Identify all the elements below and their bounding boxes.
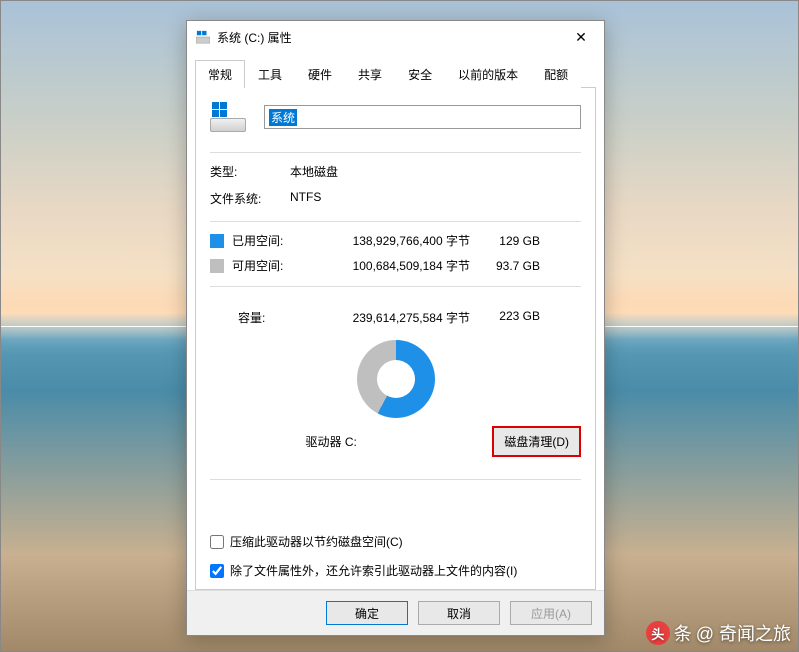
options: 压缩此驱动器以节约磁盘空间(C) 除了文件属性外，还允许索引此驱动器上文件的内容…: [210, 525, 581, 579]
watermark-text: @ 奇闻之旅: [696, 620, 791, 646]
volume-name-input[interactable]: 系统: [264, 105, 581, 129]
capacity-gb: 223 GB: [480, 309, 540, 326]
filesystem-label: 文件系统:: [210, 190, 290, 207]
apply-button[interactable]: 应用(A): [510, 601, 592, 625]
drive-label: 驱动器 C:: [210, 433, 452, 450]
tab-security[interactable]: 安全: [395, 60, 445, 88]
index-checkbox[interactable]: [210, 564, 224, 578]
free-space-bytes: 100,684,509,184 字节: [310, 257, 480, 274]
compress-checkbox[interactable]: [210, 535, 224, 549]
tab-previous-versions[interactable]: 以前的版本: [445, 60, 531, 88]
close-icon: ✕: [575, 29, 587, 46]
used-space-gb: 129 GB: [480, 234, 540, 248]
disk-cleanup-button[interactable]: 磁盘清理(D): [492, 426, 581, 457]
tab-tools[interactable]: 工具: [245, 60, 295, 88]
dialog-content: 常规 工具 硬件 共享 安全 以前的版本 配额 系统 类型: 本地磁盘: [187, 53, 604, 590]
used-space-label: 已用空间:: [232, 232, 310, 249]
cancel-button[interactable]: 取消: [418, 601, 500, 625]
tab-sharing[interactable]: 共享: [345, 60, 395, 88]
titlebar: 系统 (C:) 属性 ✕: [187, 21, 604, 53]
free-space-gb: 93.7 GB: [480, 259, 540, 273]
used-space-bytes: 138,929,766,400 字节: [310, 232, 480, 249]
free-space-swatch: [210, 259, 224, 273]
volume-name-text: 系统: [269, 109, 297, 126]
volume-name-row: 系统: [210, 102, 581, 132]
properties-dialog: 系统 (C:) 属性 ✕ 常规 工具 硬件 共享 安全 以前的版本 配额 系统: [186, 20, 605, 636]
index-checkbox-label: 除了文件属性外，还允许索引此驱动器上文件的内容(I): [230, 562, 517, 579]
type-label: 类型:: [210, 163, 290, 180]
divider: [210, 221, 581, 222]
tab-general[interactable]: 常规: [195, 60, 245, 88]
close-button[interactable]: ✕: [558, 21, 604, 53]
divider: [210, 286, 581, 287]
donut-icon: [357, 340, 435, 418]
tab-quota[interactable]: 配额: [531, 60, 581, 88]
drive-row: 驱动器 C: 磁盘清理(D): [210, 426, 581, 457]
drive-icon: [195, 29, 211, 45]
free-space-label: 可用空间:: [232, 257, 310, 274]
capacity-label: 容量:: [210, 309, 310, 326]
drive-large-icon: [210, 102, 246, 132]
dialog-buttons: 确定 取消 应用(A): [187, 590, 604, 635]
tab-strip: 常规 工具 硬件 共享 安全 以前的版本 配额: [195, 59, 596, 88]
compress-checkbox-label: 压缩此驱动器以节约磁盘空间(C): [230, 533, 403, 550]
usage-chart: [210, 340, 581, 418]
watermark: 头 条 @ 奇闻之旅: [646, 620, 791, 646]
tab-panel-general: 系统 类型: 本地磁盘 文件系统: NTFS 已用空间: 138,929,766…: [195, 88, 596, 590]
watermark-icon: 头: [646, 621, 670, 645]
watermark-prefix: 条: [674, 620, 692, 646]
ok-button[interactable]: 确定: [326, 601, 408, 625]
divider: [210, 152, 581, 153]
tab-hardware[interactable]: 硬件: [295, 60, 345, 88]
divider: [210, 479, 581, 480]
capacity-bytes: 239,614,275,584 字节: [310, 309, 480, 326]
filesystem-value: NTFS: [290, 190, 581, 207]
index-checkbox-row[interactable]: 除了文件属性外，还允许索引此驱动器上文件的内容(I): [210, 562, 581, 579]
type-info: 类型: 本地磁盘 文件系统: NTFS: [210, 163, 581, 207]
used-space-swatch: [210, 234, 224, 248]
compress-checkbox-row[interactable]: 压缩此驱动器以节约磁盘空间(C): [210, 533, 581, 550]
capacity-row: 容量: 239,614,275,584 字节 223 GB: [210, 309, 581, 326]
type-value: 本地磁盘: [290, 163, 581, 180]
window-title: 系统 (C:) 属性: [217, 29, 558, 46]
space-table: 已用空间: 138,929,766,400 字节 129 GB 可用空间: 10…: [210, 232, 581, 274]
